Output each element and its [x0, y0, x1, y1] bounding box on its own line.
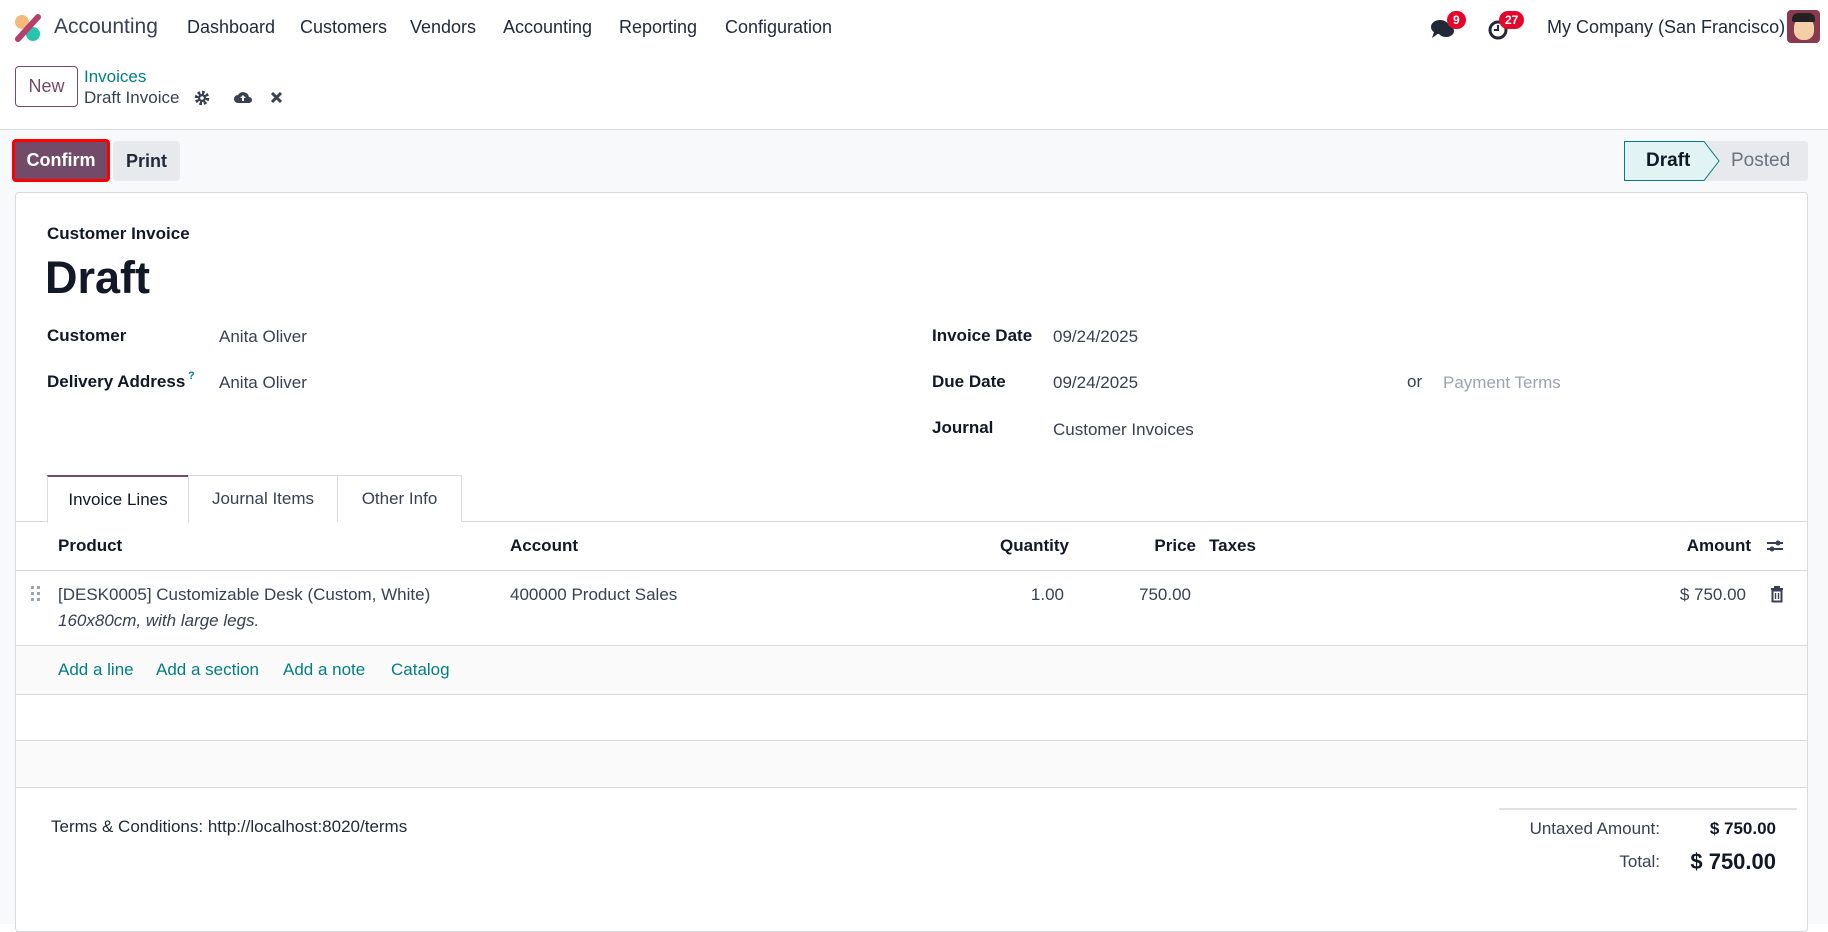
col-amount[interactable]: Amount — [1687, 536, 1751, 556]
or-text: or — [1407, 372, 1423, 391]
totals-divider — [1499, 808, 1797, 810]
menu-dashboard[interactable]: Dashboard — [187, 17, 275, 38]
discard-icon[interactable] — [270, 91, 283, 104]
payment-terms-field[interactable]: Payment Terms — [1443, 373, 1561, 393]
line-description[interactable]: 160x80cm, with large legs. — [58, 611, 259, 631]
table-row[interactable]: [DESK0005] Customizable Desk (Custom, Wh… — [16, 571, 1807, 645]
row-divider — [16, 694, 1807, 695]
breadcrumb-current: Draft Invoice — [84, 88, 180, 107]
app-logo-icon[interactable] — [14, 14, 42, 42]
drag-handle-icon[interactable] — [31, 586, 41, 602]
activities-badge: 27 — [1499, 11, 1525, 29]
col-price[interactable]: Price — [1154, 536, 1196, 556]
optional-columns-icon[interactable] — [1766, 537, 1784, 555]
avatar-hair — [1792, 13, 1815, 22]
untaxed-amount-value: $ 750.00 — [1709, 819, 1776, 838]
confirm-button[interactable]: Confirm — [12, 139, 110, 182]
invoice-date-label: Invoice Date — [932, 326, 1033, 345]
col-product[interactable]: Product — [58, 536, 122, 556]
add-note-link[interactable]: Add a note — [283, 660, 365, 680]
col-account[interactable]: Account — [510, 536, 578, 556]
empty-row — [16, 741, 1807, 787]
delivery-address-label: Delivery Address — [47, 372, 186, 391]
menu-configuration[interactable]: Configuration — [725, 17, 832, 38]
delivery-address-field[interactable]: Anita Oliver — [219, 373, 307, 393]
user-avatar[interactable] — [1787, 10, 1820, 43]
invoice-name: Draft — [45, 252, 151, 303]
tab-other-info[interactable]: Other Info — [337, 475, 462, 522]
line-quantity[interactable]: 1.00 — [1031, 585, 1064, 605]
messages-badge: 9 — [1447, 11, 1466, 29]
status-bar: Draft Posted — [1624, 141, 1808, 181]
save-cloud-icon[interactable] — [233, 89, 253, 105]
gear-icon[interactable] — [194, 90, 210, 106]
customer-field[interactable]: Anita Oliver — [219, 327, 307, 347]
line-price[interactable]: 750.00 — [1139, 585, 1191, 605]
help-tooltip-icon[interactable]: ? — [188, 370, 195, 382]
company-switcher[interactable]: My Company (San Francisco) — [1547, 17, 1785, 38]
menu-reporting[interactable]: Reporting — [619, 17, 697, 38]
print-button[interactable]: Print — [113, 141, 180, 181]
untaxed-amount-label: Untaxed Amount: — [1529, 819, 1660, 838]
add-section-link[interactable]: Add a section — [156, 660, 259, 680]
app-name[interactable]: Accounting — [54, 15, 158, 39]
tab-journal-items[interactable]: Journal Items — [188, 475, 338, 522]
total-value: $ 750.00 — [1690, 849, 1776, 874]
status-posted[interactable]: Posted — [1731, 150, 1790, 172]
journal-label: Journal — [932, 418, 994, 437]
journal-field[interactable]: Customer Invoices — [1053, 420, 1194, 440]
col-quantity[interactable]: Quantity — [1000, 536, 1069, 556]
activities-button[interactable]: 27 — [1487, 11, 1531, 42]
col-taxes[interactable]: Taxes — [1209, 536, 1256, 556]
menu-vendors[interactable]: Vendors — [410, 17, 476, 38]
trash-icon[interactable] — [1770, 586, 1784, 603]
status-draft[interactable]: Draft — [1646, 150, 1690, 172]
move-type-label: Customer Invoice — [47, 224, 190, 243]
new-button[interactable]: New — [15, 66, 78, 107]
due-date-field[interactable]: 09/24/2025 — [1053, 373, 1138, 393]
total-label: Total: — [1619, 852, 1660, 871]
menu-customers[interactable]: Customers — [300, 17, 387, 38]
breadcrumb-invoices[interactable]: Invoices — [84, 67, 146, 87]
due-date-label: Due Date — [932, 372, 1006, 391]
line-account[interactable]: 400000 Product Sales — [510, 585, 677, 605]
top-navbar: Accounting Dashboard Customers Vendors A… — [0, 0, 1828, 56]
row-divider — [16, 787, 1807, 788]
catalog-link[interactable]: Catalog — [391, 660, 450, 680]
terms-and-conditions[interactable]: Terms & Conditions: http://localhost:802… — [51, 817, 407, 837]
tab-invoice-lines[interactable]: Invoice Lines — [47, 475, 189, 523]
messages-button[interactable]: 9 — [1430, 11, 1466, 42]
customer-label: Customer — [47, 326, 127, 345]
line-amount: $ 750.00 — [1679, 585, 1746, 604]
invoice-date-field[interactable]: 09/24/2025 — [1053, 327, 1138, 347]
add-line-link[interactable]: Add a line — [58, 660, 134, 680]
menu-accounting[interactable]: Accounting — [503, 17, 592, 38]
line-product[interactable]: [DESK0005] Customizable Desk (Custom, Wh… — [58, 585, 430, 605]
